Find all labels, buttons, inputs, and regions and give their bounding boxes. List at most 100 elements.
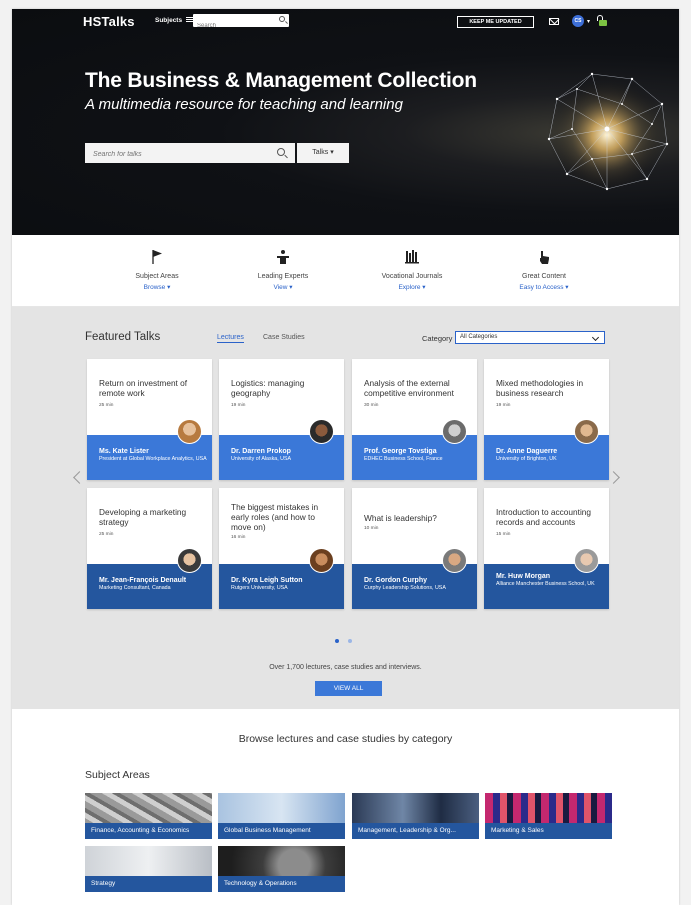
talk-card[interactable]: Developing a marketing strategy 25 min M… (87, 488, 212, 609)
feature-subject-areas: Subject Areas Browse ▾ (97, 249, 217, 291)
talk-card[interactable]: Introduction to accounting records and a… (484, 488, 609, 609)
carousel-next-arrow[interactable] (612, 470, 620, 484)
category-select-value: All Categories (460, 334, 498, 340)
talk-card[interactable]: Return on investment of remote work 25 m… (87, 359, 212, 480)
feature-leading-experts: Leading Experts View ▾ (223, 249, 343, 291)
hero-title: The Business & Management Collection (85, 69, 477, 92)
feature-title: Subject Areas (135, 273, 179, 280)
talk-title: Introduction to accounting records and a… (496, 507, 592, 527)
speaker-photo (309, 548, 334, 573)
subject-tile[interactable]: Finance, Accounting & Economics (85, 793, 212, 839)
tab-lectures[interactable]: Lectures (217, 334, 244, 343)
category-label: Category (422, 334, 453, 343)
search-icon[interactable] (277, 148, 285, 156)
talk-duration: 30 min (364, 403, 379, 408)
management-image (352, 793, 479, 825)
speaker-photo (309, 419, 334, 444)
talk-card[interactable]: Mixed methodologies in business research… (484, 359, 609, 480)
speaker-name: Dr. Gordon Curphy (364, 577, 427, 584)
speaker-affiliation: Curphy Leadership Solutions, USA (364, 585, 446, 591)
talk-duration: 19 min (496, 403, 511, 408)
easy-access-link[interactable]: Easy to Access ▾ (484, 283, 604, 291)
subject-tile[interactable]: Strategy (85, 846, 212, 892)
talk-duration: 25 min (99, 403, 114, 408)
subject-areas-title: Subject Areas (85, 769, 150, 781)
speaker-name: Mr. Jean-François Denault (99, 577, 187, 584)
talk-title: Return on investment of remote work (99, 378, 188, 398)
featured-talks-title: Featured Talks (85, 331, 161, 343)
technology-image (218, 846, 345, 878)
subject-tile-label: Finance, Accounting & Economics (85, 823, 212, 839)
speaker-photo (442, 419, 467, 444)
header-search-box (193, 14, 289, 33)
subject-tile-label: Management, Leadership & Org... (352, 823, 479, 839)
subject-tile-label: Global Business Management (218, 823, 345, 839)
speaker-name: Dr. Darren Prokop (231, 448, 291, 455)
speaker-affiliation: University of Alaska, USA (231, 456, 292, 462)
feature-vocational-journals: Vocational Journals Explore ▾ (352, 249, 472, 291)
top-navigation-bar: HSTalks Subjects KEEP ME UPDATED CS ▾ (12, 9, 679, 35)
subjects-label: Subjects (155, 17, 183, 24)
speaker-affiliation: University of Brighton, UK (496, 456, 557, 462)
talk-duration: 15 min (496, 532, 511, 537)
talk-title: Developing a marketing strategy (99, 507, 187, 527)
talk-card[interactable]: Logistics: managing geography 19 min Dr.… (219, 359, 344, 480)
marketing-image (485, 793, 612, 825)
talks-dropdown[interactable]: Talks ▾ (297, 143, 349, 163)
user-avatar[interactable]: CS (572, 15, 584, 27)
browse-link[interactable]: Browse ▾ (97, 283, 217, 291)
view-all-button[interactable]: VIEW ALL (315, 681, 382, 696)
site-logo[interactable]: HSTalks (83, 14, 135, 29)
talks-dropdown-label: Talks (312, 149, 329, 156)
speaker-name: Ms. Kate Lister (99, 448, 149, 455)
explore-link[interactable]: Explore ▾ (352, 283, 472, 291)
talk-title: What is leadership? (364, 513, 437, 523)
subject-tile-label: Technology & Operations (218, 876, 345, 892)
talk-card[interactable]: The biggest mistakes in early roles (and… (219, 488, 344, 609)
speaker-photo (442, 548, 467, 573)
talk-title: Mixed methodologies in business research (496, 378, 584, 398)
talk-card[interactable]: Analysis of the external competitive env… (352, 359, 477, 480)
category-select[interactable]: All Categories (455, 331, 605, 344)
subjects-menu-button[interactable]: Subjects (155, 17, 193, 24)
hero-subtitle: A multimedia resource for teaching and l… (85, 96, 403, 113)
chevron-down-icon[interactable]: ▾ (587, 18, 590, 25)
view-link[interactable]: View ▾ (223, 283, 343, 291)
featured-talks-section: Featured Talks Lectures Case Studies Cat… (12, 307, 679, 709)
speaker-photo (177, 548, 202, 573)
speaker-affiliation: President at Global Workplace Analytics,… (99, 456, 207, 462)
talk-title: Logistics: managing geography (231, 378, 305, 398)
header-search-input[interactable] (193, 19, 273, 33)
talk-duration: 19 min (231, 403, 246, 408)
hero-search-box (85, 143, 295, 165)
subject-tile[interactable]: Management, Leadership & Org... (352, 793, 479, 839)
talk-search-input[interactable] (85, 144, 265, 165)
carousel-dot[interactable] (335, 639, 339, 643)
carousel-dot[interactable] (348, 639, 352, 643)
speaker-affiliation: Rutgers University, USA (231, 585, 288, 591)
browse-section: Browse lectures and case studies by cate… (12, 709, 679, 905)
journals-icon (352, 249, 472, 265)
hero-banner: HSTalks Subjects KEEP ME UPDATED CS ▾ Th… (12, 9, 679, 235)
browse-title: Browse lectures and case studies by cate… (238, 733, 453, 745)
subject-tile[interactable]: Technology & Operations (218, 846, 345, 892)
speaker-name: Mr. Huw Morgan (496, 573, 551, 580)
talk-title: Analysis of the external competitive env… (364, 378, 454, 398)
feature-title: Vocational Journals (381, 273, 443, 280)
network-brain-image (547, 69, 669, 191)
speaker-photo (177, 419, 202, 444)
talk-card[interactable]: What is leadership? 10 min Dr. Gordon Cu… (352, 488, 477, 609)
tab-case-studies[interactable]: Case Studies (263, 334, 305, 341)
subject-tile[interactable]: Marketing & Sales (485, 793, 612, 839)
podium-icon (223, 249, 343, 265)
unlock-icon[interactable] (596, 15, 608, 27)
feature-great-content: Great Content Easy to Access ▾ (484, 249, 604, 291)
chevron-down-icon (591, 333, 600, 342)
speaker-photo (574, 419, 599, 444)
keep-me-updated-button[interactable]: KEEP ME UPDATED (457, 16, 534, 28)
subject-tile[interactable]: Global Business Management (218, 793, 345, 839)
mail-icon[interactable] (549, 18, 559, 25)
speaker-affiliation: Marketing Consultant, Canada (99, 585, 171, 591)
search-icon[interactable] (279, 16, 285, 22)
carousel-prev-arrow[interactable] (72, 470, 80, 484)
